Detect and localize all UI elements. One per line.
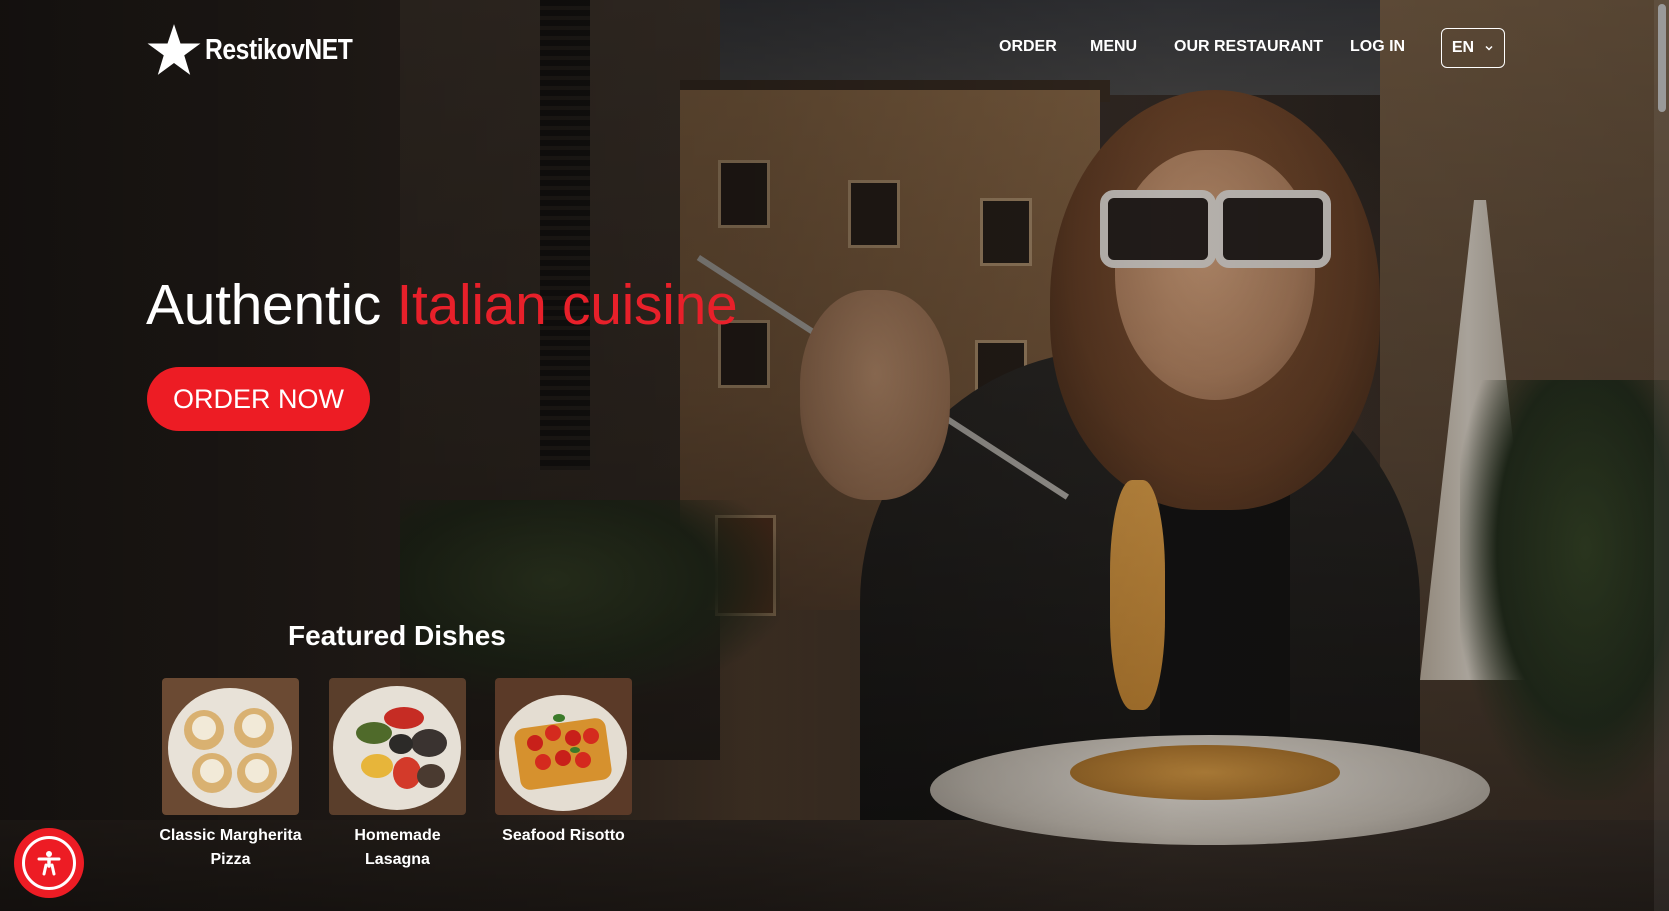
headline-text: Authentic xyxy=(146,273,397,337)
dish-name: Homemade Lasagna xyxy=(354,827,441,868)
dish-photo xyxy=(329,678,466,815)
dish-card[interactable]: Seafood Risotto xyxy=(495,678,632,848)
page: RestikovNET ORDER MENU OUR RESTAURANT LO… xyxy=(0,0,1669,911)
nav-item-order[interactable]: ORDER xyxy=(999,38,1057,56)
order-now-button[interactable]: ORDER NOW xyxy=(147,367,370,431)
accessibility-icon xyxy=(37,851,61,876)
dish-photo xyxy=(162,678,299,815)
nav-item-our-restaurant[interactable]: OUR RESTAURANT xyxy=(1174,38,1323,56)
scrollbar-thumb[interactable] xyxy=(1658,4,1666,112)
dish-name: Seafood Risotto xyxy=(502,827,625,844)
dish-card[interactable]: Homemade Lasagna xyxy=(329,678,466,872)
dish-image xyxy=(162,678,299,815)
dish-card[interactable]: Classic Margherita Pizza xyxy=(159,678,302,872)
dish-photo xyxy=(495,678,632,815)
dish-name: Classic Margherita Pizza xyxy=(159,827,302,868)
brand-name: RestikovNET xyxy=(205,33,353,66)
nav-item-log-in[interactable]: LOG IN xyxy=(1350,38,1405,56)
headline-accent-text: Italian cuisine xyxy=(396,273,738,337)
dish-image xyxy=(329,678,466,815)
accessibility-ring xyxy=(22,836,76,890)
star-icon xyxy=(147,24,201,75)
chevron-down-icon xyxy=(1485,45,1493,51)
logo[interactable]: RestikovNET xyxy=(147,22,378,78)
site-header: RestikovNET ORDER MENU OUR RESTAURANT LO… xyxy=(0,0,1669,100)
accessibility-button[interactable] xyxy=(14,828,84,898)
hero-headline: Authentic Italian cuisine xyxy=(146,272,738,338)
featured-dishes-title: Featured Dishes xyxy=(288,620,506,651)
language-selector[interactable]: EN xyxy=(1441,28,1505,68)
language-selected: EN xyxy=(1451,39,1475,56)
dish-image xyxy=(495,678,632,815)
page-scrollbar[interactable] xyxy=(1654,0,1669,911)
nav-item-menu[interactable]: MENU xyxy=(1090,38,1137,56)
